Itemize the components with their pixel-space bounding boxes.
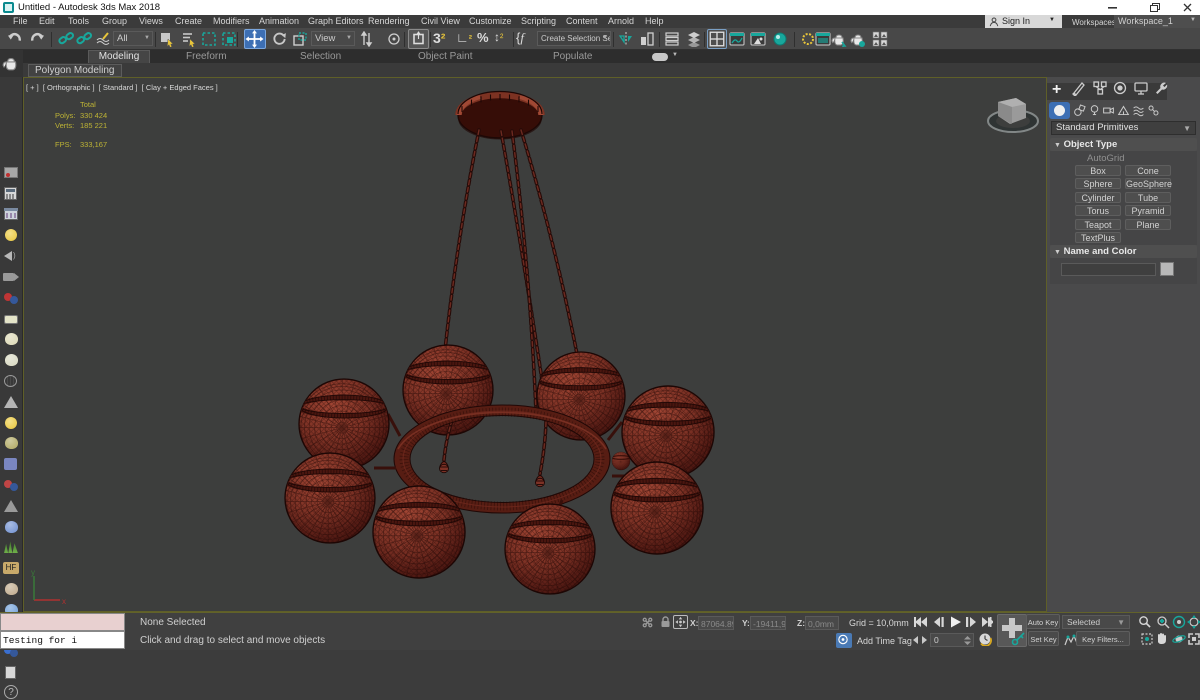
svg-text:x: x [62, 597, 66, 606]
svg-text:y: y [31, 570, 35, 577]
